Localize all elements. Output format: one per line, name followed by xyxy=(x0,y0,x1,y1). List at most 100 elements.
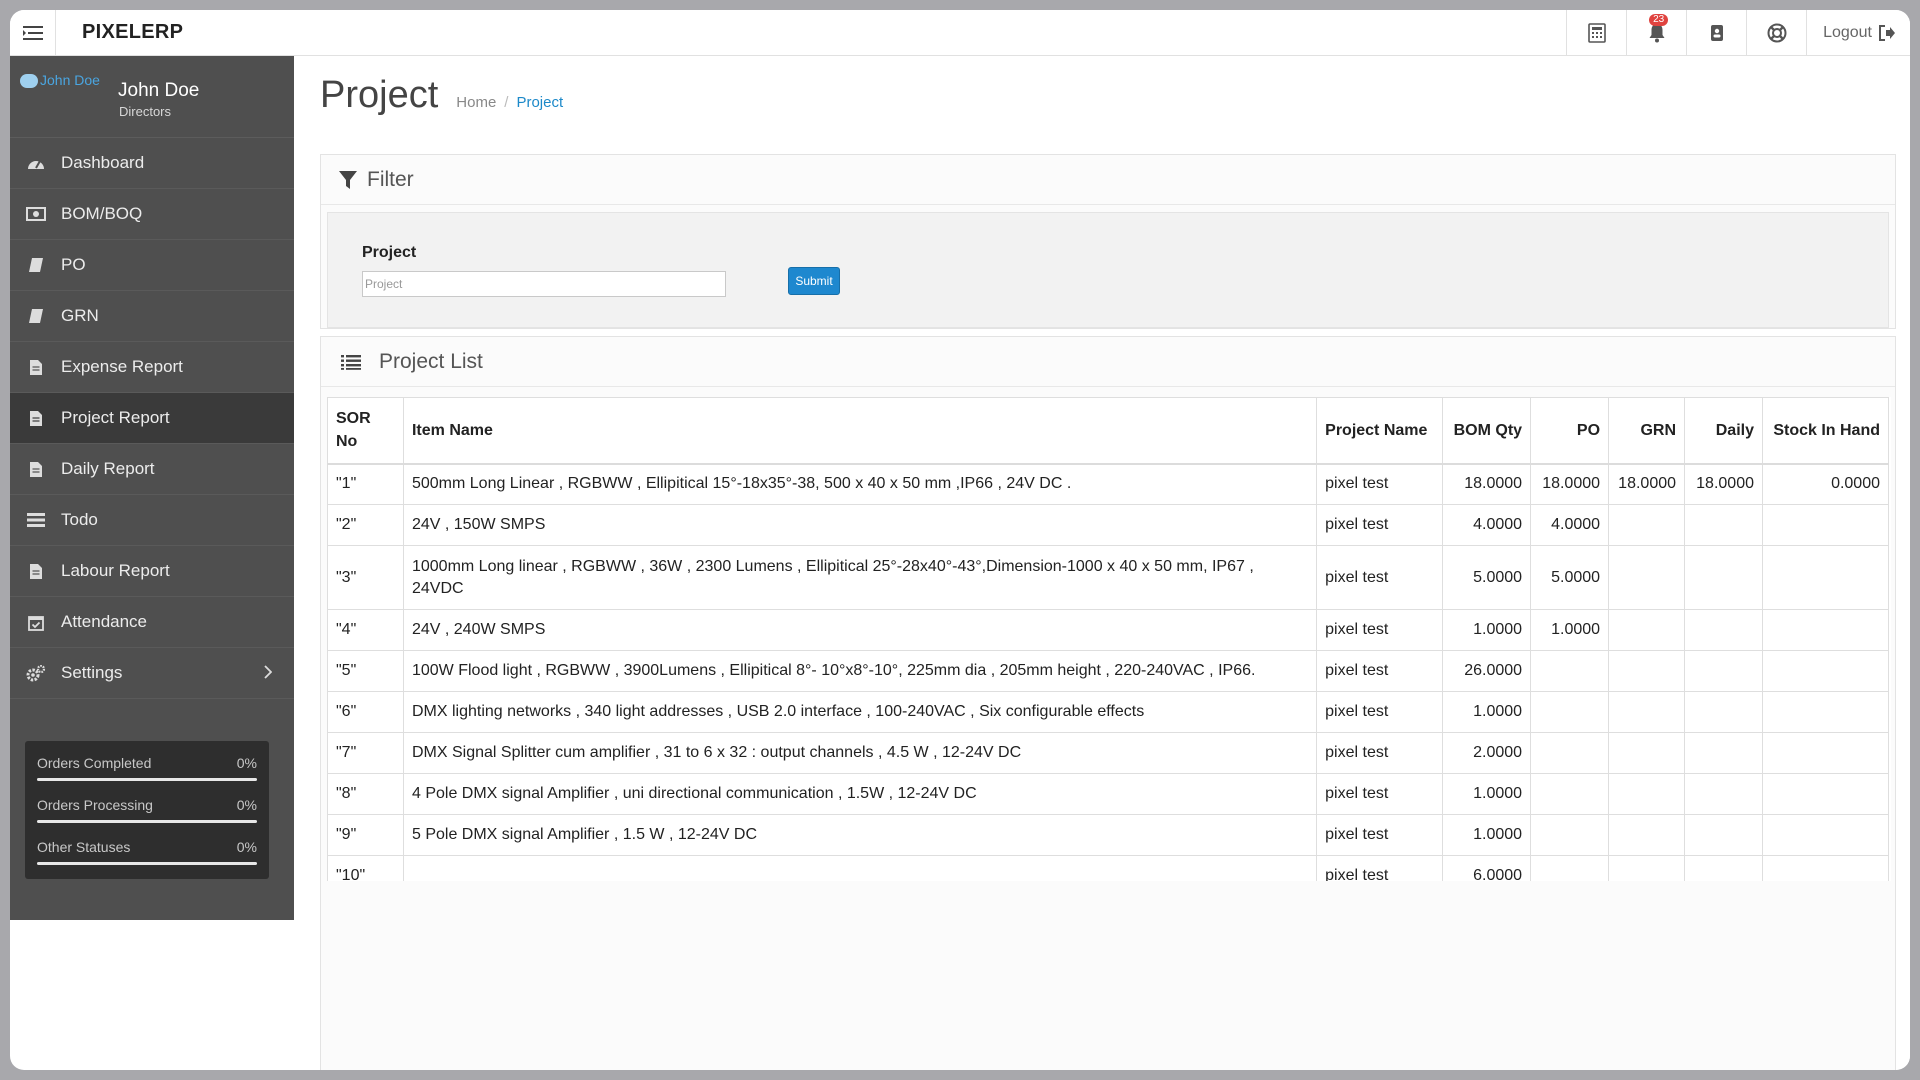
sidebar-item-label: Expense Report xyxy=(61,357,183,376)
bell-icon xyxy=(1649,24,1665,43)
cell-stock-in-hand xyxy=(1762,773,1889,815)
cell-item-name xyxy=(402,855,1318,881)
sidebar-item-project-report[interactable]: Project Report xyxy=(10,393,294,444)
notifications-button[interactable]: 23 xyxy=(1626,10,1686,56)
cell-po: 1.0000 xyxy=(1530,609,1610,651)
logout-button[interactable]: Logout xyxy=(1806,10,1910,55)
filter-title: Filter xyxy=(367,167,414,191)
cell-po xyxy=(1530,732,1610,774)
sidebar-item-labour-report[interactable]: Labour Report xyxy=(10,546,294,597)
sidebar-item-settings[interactable]: Settings xyxy=(10,648,294,699)
sidebar-item-label: Todo xyxy=(61,510,98,529)
stat-value: 0% xyxy=(236,839,257,855)
cell-po xyxy=(1530,814,1610,856)
stat-value: 0% xyxy=(236,755,257,771)
sidebar-item-bom-boq[interactable]: BOM/BOQ xyxy=(10,189,294,240)
sidebar-item-label: Settings xyxy=(61,663,123,682)
stat-orders-completed: Orders Completed 0% xyxy=(37,747,257,789)
column-header-grn[interactable]: GRN xyxy=(1608,397,1686,465)
dashboard-icon xyxy=(28,160,44,169)
cell-project-name: pixel test xyxy=(1316,463,1444,505)
sidebar: John Doe John Doe Directors Dashboard BO… xyxy=(10,56,294,920)
cell-sor-no: "7" xyxy=(327,732,404,774)
avatar-alt-text: John Doe xyxy=(40,72,100,88)
progress-bar xyxy=(37,862,257,865)
sidebar-item-grn[interactable]: GRN xyxy=(10,291,294,342)
chevron-right-icon xyxy=(264,665,272,679)
stat-label: Orders Completed xyxy=(37,755,152,771)
column-header-bom-qty[interactable]: BOM Qty xyxy=(1442,397,1532,465)
cell-project-name: pixel test xyxy=(1316,650,1444,692)
cell-stock-in-hand xyxy=(1762,504,1889,546)
money-icon xyxy=(26,207,46,221)
cell-project-name: pixel test xyxy=(1316,773,1444,815)
sidebar-item-po[interactable]: PO xyxy=(10,240,294,291)
cell-daily xyxy=(1684,773,1763,815)
notification-count-badge: 23 xyxy=(1649,14,1669,26)
column-header-item-name[interactable]: Item Name xyxy=(402,397,1318,465)
brand-logo[interactable]: PIXELERP xyxy=(56,10,286,55)
submit-button[interactable]: Submit xyxy=(788,267,840,295)
book-icon xyxy=(29,309,43,323)
cell-project-name: pixel test xyxy=(1316,855,1444,881)
contacts-button[interactable] xyxy=(1686,10,1746,56)
cell-sor-no: "4" xyxy=(327,609,404,651)
column-header-stock-in-hand[interactable]: Stock In Hand xyxy=(1762,397,1889,465)
cell-daily xyxy=(1684,855,1763,881)
cell-item-name: 24V , 150W SMPS xyxy=(402,504,1318,546)
project-table-container[interactable]: SOR No Item Name Project Name BOM Qty PO… xyxy=(327,397,1891,881)
sidebar-item-daily-report[interactable]: Daily Report xyxy=(10,444,294,495)
cell-grn xyxy=(1608,732,1686,774)
project-input[interactable] xyxy=(362,271,726,297)
sidebar-item-attendance[interactable]: Attendance xyxy=(10,597,294,648)
user-profile[interactable]: John Doe John Doe Directors xyxy=(10,56,294,138)
stat-label: Orders Processing xyxy=(37,797,153,813)
column-header-po[interactable]: PO xyxy=(1530,397,1610,465)
cell-bom-qty: 18.0000 xyxy=(1442,463,1532,505)
breadcrumb-home-link[interactable]: Home xyxy=(456,94,496,111)
table-row: "4" 24V , 240W SMPS pixel test 1.0000 1.… xyxy=(327,609,1889,651)
cell-sor-no: "6" xyxy=(327,691,404,733)
app-window: PIXELERP 23 Logout John Doe John Doe Dir… xyxy=(10,10,1910,1070)
column-header-sor-no[interactable]: SOR No xyxy=(327,397,404,465)
column-header-project-name[interactable]: Project Name xyxy=(1316,397,1444,465)
cell-po xyxy=(1530,773,1610,815)
sidebar-item-dashboard[interactable]: Dashboard xyxy=(10,138,294,189)
cell-project-name: pixel test xyxy=(1316,609,1444,651)
table-row: "5" 100W Flood light , RGBWW , 3900Lumen… xyxy=(327,650,1889,692)
cell-bom-qty: 1.0000 xyxy=(1442,814,1532,856)
sign-out-icon xyxy=(1879,24,1895,41)
sidebar-item-label: Dashboard xyxy=(61,153,145,172)
cell-stock-in-hand xyxy=(1762,691,1889,733)
cell-stock-in-hand: 0.0000 xyxy=(1762,463,1889,505)
cogs-icon xyxy=(26,664,46,681)
calendar-check-icon xyxy=(28,615,44,631)
column-header-daily[interactable]: Daily xyxy=(1684,397,1763,465)
cell-bom-qty: 1.0000 xyxy=(1442,609,1532,651)
sidebar-item-label: BOM/BOQ xyxy=(61,204,143,223)
cell-bom-qty: 6.0000 xyxy=(1442,855,1532,881)
sidebar-item-todo[interactable]: Todo xyxy=(10,495,294,546)
calculator-button[interactable] xyxy=(1566,10,1626,56)
life-ring-icon xyxy=(1767,23,1787,43)
cell-stock-in-hand xyxy=(1762,650,1889,692)
support-button[interactable] xyxy=(1746,10,1806,56)
address-book-icon xyxy=(1710,25,1723,41)
breadcrumb-current[interactable]: Project xyxy=(516,94,563,111)
cell-daily: 18.0000 xyxy=(1684,463,1763,505)
sidebar-item-expense-report[interactable]: Expense Report xyxy=(10,342,294,393)
menu-toggle-button[interactable] xyxy=(10,10,56,56)
sidebar-item-label: Labour Report xyxy=(61,561,170,580)
list-icon xyxy=(27,513,45,527)
cell-item-name: DMX lighting networks , 340 light addres… xyxy=(402,691,1318,733)
logout-label: Logout xyxy=(1823,23,1872,41)
breadcrumb-separator: / xyxy=(504,94,509,111)
cell-bom-qty: 2.0000 xyxy=(1442,732,1532,774)
stat-other-statuses: Other Statuses 0% xyxy=(37,831,257,873)
file-icon xyxy=(30,410,42,426)
list-icon xyxy=(341,354,361,370)
avatar: John Doe xyxy=(20,72,110,102)
cell-daily xyxy=(1684,650,1763,692)
cell-po: 18.0000 xyxy=(1530,463,1610,505)
cell-grn xyxy=(1608,504,1686,546)
